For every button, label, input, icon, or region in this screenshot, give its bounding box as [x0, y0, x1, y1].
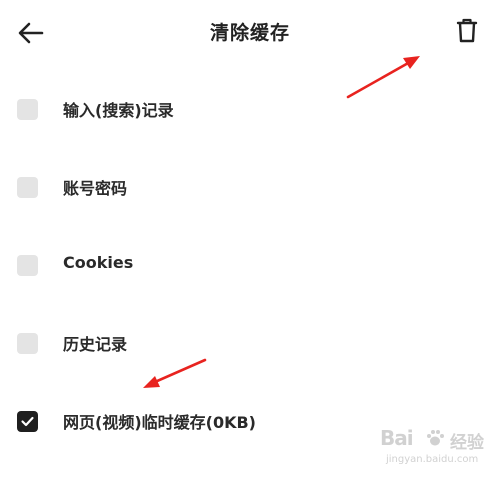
option-input-search-history[interactable]: 输入(搜索)记录	[0, 85, 500, 133]
checkbox-unchecked[interactable]	[17, 177, 38, 198]
checkbox-unchecked[interactable]	[17, 333, 38, 354]
watermark-url: jingyan.baidu.com	[386, 454, 479, 465]
trash-icon	[456, 18, 478, 43]
delete-button[interactable]	[450, 14, 484, 48]
option-label: Cookies	[63, 253, 134, 272]
option-label: 网页(视频)临时缓存(0KB)	[63, 413, 256, 432]
clear-cache-screen: 清除缓存 输入(搜索)记录 账号密码 Cookies 历史记录 网页(视频)临时…	[0, 0, 500, 480]
option-label: 输入(搜索)记录	[63, 101, 174, 120]
checkmark-icon	[21, 416, 34, 427]
app-bar: 清除缓存	[0, 0, 500, 64]
checkbox-checked[interactable]	[17, 411, 38, 432]
option-label: 账号密码	[63, 179, 128, 198]
checkbox-unchecked[interactable]	[17, 255, 38, 276]
page-title: 清除缓存	[209, 22, 290, 44]
watermark-site: 经验	[450, 433, 484, 453]
checkbox-unchecked[interactable]	[17, 99, 38, 120]
option-history[interactable]: 历史记录	[0, 319, 500, 367]
paw-icon	[427, 430, 444, 446]
option-account-password[interactable]: 账号密码	[0, 163, 500, 211]
watermark-brand: Bai	[380, 426, 414, 450]
baidu-jingyan-watermark: Bai 经验 jingyan.baidu.com	[380, 424, 492, 472]
option-label: 历史记录	[63, 335, 128, 354]
option-cookies[interactable]: Cookies	[0, 241, 500, 289]
